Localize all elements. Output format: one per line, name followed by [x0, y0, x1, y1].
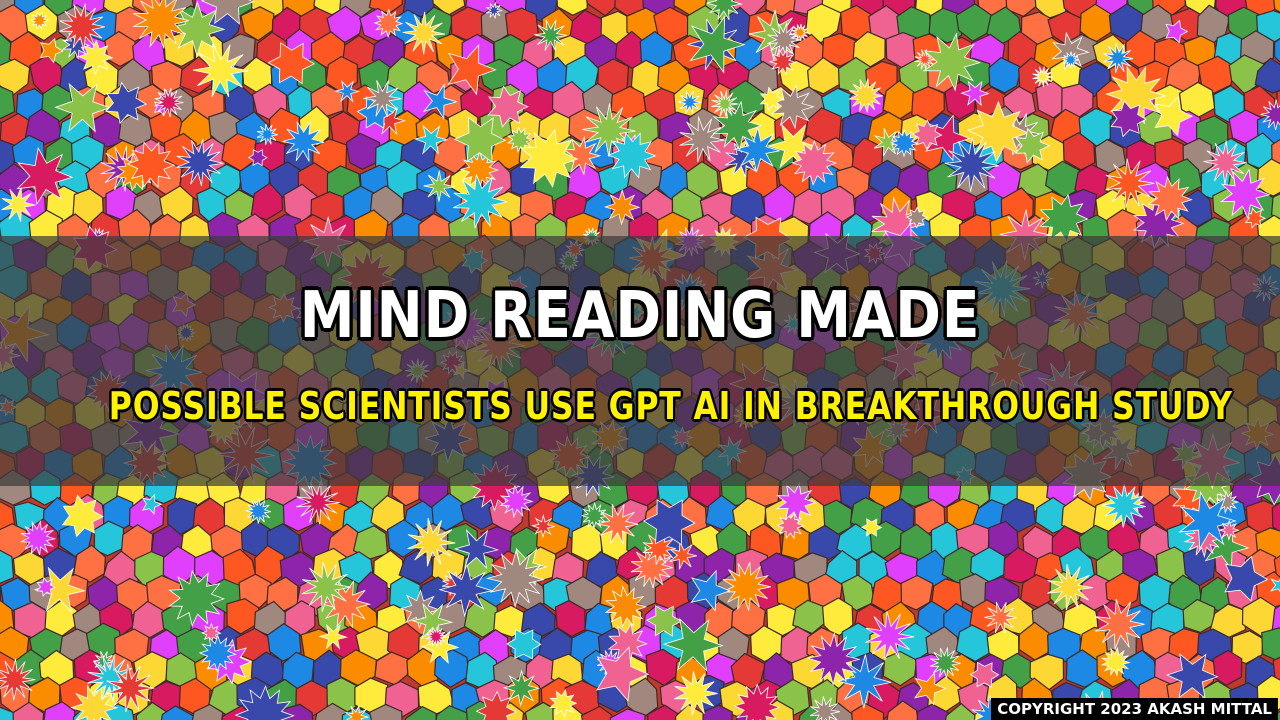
headline-title: MIND READING MADE: [299, 279, 981, 353]
title-band: [0, 236, 1280, 486]
headline-subtitle: POSSIBLE SCIENTISTS USE GPT AI IN BREAKT…: [108, 384, 1233, 428]
mosaic-tile: [1212, 649, 1243, 687]
copyright-notice: COPYRIGHT 2023 AKASH MITTAL: [991, 698, 1278, 720]
mosaic-star: [911, 119, 943, 150]
mosaic-star: [531, 513, 556, 539]
mosaic-star: [423, 170, 455, 202]
mosaic-star: [1218, 519, 1240, 541]
mosaic-tile: [1261, 627, 1280, 663]
